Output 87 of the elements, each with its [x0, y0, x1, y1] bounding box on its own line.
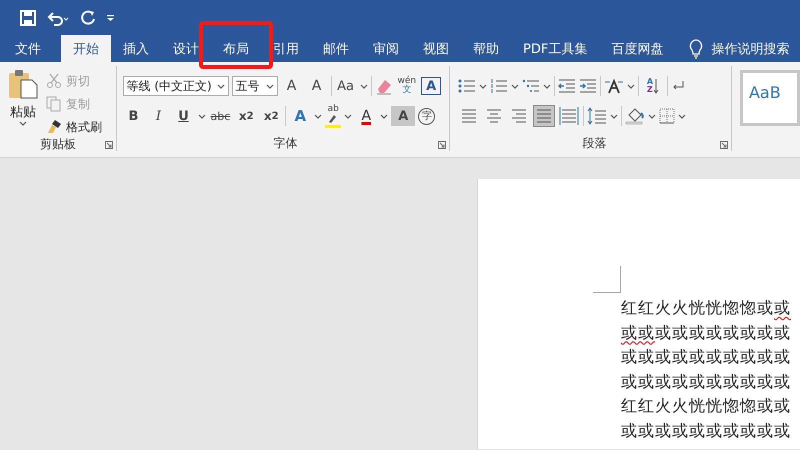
format-button[interactable]: Aa: [334, 76, 356, 96]
caret-icon[interactable]: [198, 114, 206, 118]
eraser-icon[interactable]: [374, 77, 392, 95]
dialog-launcher-icon[interactable]: [720, 141, 728, 149]
clipboard-icon: [8, 69, 38, 99]
ribbon-tab[interactable]: 百度网盘: [599, 35, 676, 62]
paint-bucket-icon[interactable]: [624, 107, 645, 125]
marker-icon: [328, 114, 336, 122]
document-text-line: 红红火火恍恍惚惚或或: [621, 395, 792, 418]
font-name-dropdown[interactable]: 等线 (中文正文): [122, 76, 228, 96]
ribbon-tab[interactable]: 视图: [411, 35, 461, 62]
document-text-line: 或或或或或或或或或或: [621, 370, 792, 393]
borders-icon[interactable]: [658, 108, 675, 124]
ribbon-tab[interactable]: 邮件: [311, 35, 361, 62]
document-text-line: 或或或或或或或或或或: [621, 322, 792, 344]
font-size-dropdown[interactable]: 五号: [232, 76, 278, 96]
document-text-line: 红红火火恍恍惚惚或或: [621, 297, 792, 319]
format-button[interactable]: A: [306, 76, 328, 96]
document-text-line: 或或或或或或或或或或: [621, 346, 792, 368]
align-button[interactable]: [532, 105, 555, 127]
undo-icon[interactable]: [46, 10, 70, 26]
save-icon[interactable]: [20, 10, 36, 26]
customize-toolbar-icon[interactable]: [106, 12, 116, 22]
caret-icon[interactable]: [216, 84, 224, 88]
paste-button[interactable]: 粘贴: [10, 103, 36, 121]
caret-icon[interactable]: [19, 121, 27, 126]
caret-icon[interactable]: [648, 114, 656, 118]
caret-icon[interactable]: [542, 84, 551, 88]
ribbon-tab[interactable]: PDF工具集: [511, 35, 600, 62]
format-button[interactable]: abc: [208, 106, 232, 126]
multilevel-list-icon[interactable]: [522, 78, 540, 94]
caret-icon[interactable]: [380, 114, 388, 118]
ribbon-tab[interactable]: 引用: [261, 35, 311, 62]
ribbon-tab[interactable]: 插入: [111, 35, 161, 62]
caret-icon[interactable]: [510, 84, 519, 88]
lightbulb-icon[interactable]: [689, 38, 704, 58]
ribbon-tab[interactable]: 帮助: [461, 35, 511, 62]
ribbon-command: 复制: [66, 96, 90, 112]
tell-me-search[interactable]: 操作说明搜索: [711, 40, 790, 58]
group-label: 段落: [581, 135, 608, 151]
caret-icon[interactable]: [478, 84, 487, 88]
bullet-list-icon[interactable]: [458, 78, 476, 94]
format-button[interactable]: A: [391, 106, 416, 126]
caret-icon[interactable]: [626, 84, 635, 88]
scissors-icon: [46, 73, 62, 89]
caret-icon[interactable]: [266, 84, 274, 88]
increase-indent-icon[interactable]: [578, 78, 597, 94]
caret-icon[interactable]: [314, 114, 322, 118]
ribbon-tab[interactable]: 布局: [211, 35, 261, 62]
caret-icon[interactable]: [360, 84, 368, 88]
numbered-list-icon[interactable]: [490, 78, 508, 94]
format-button[interactable]: 字: [418, 108, 436, 124]
sort-button[interactable]: A Z: [642, 76, 664, 96]
format-button[interactable]: A: [421, 77, 442, 95]
format-button[interactable]: I: [148, 106, 170, 126]
ribbon-tab[interactable]: 开始: [61, 35, 111, 62]
copy-icon: [46, 96, 62, 112]
format-button[interactable]: A: [280, 76, 302, 96]
group-label: 剪贴板: [38, 136, 77, 152]
format-button[interactable]: B: [122, 106, 144, 126]
paintbrush-icon: [46, 119, 62, 135]
format-button[interactable]: U: [172, 106, 194, 126]
ribbon-tab[interactable]: 设计: [161, 35, 211, 62]
distributed-icon: [558, 106, 579, 126]
group-label: 字体: [272, 135, 299, 151]
margin-corner-mark: [593, 266, 621, 293]
ribbon-tab[interactable]: 审阅: [361, 35, 411, 62]
ribbon-tab[interactable]: 文件: [3, 35, 53, 62]
caret-icon[interactable]: [678, 114, 686, 118]
highlight-color-button[interactable]: ab: [325, 104, 342, 128]
ribbon-command[interactable]: 格式刷: [66, 118, 102, 136]
format-button[interactable]: A: [289, 106, 312, 126]
caret-icon[interactable]: [344, 114, 352, 118]
caret-icon[interactable]: [610, 114, 618, 118]
align-button[interactable]: [558, 105, 580, 127]
dialog-launcher-icon[interactable]: [438, 141, 446, 149]
decrease-indent-icon[interactable]: [558, 78, 576, 94]
phonetic-guide-button[interactable]: wén 文: [396, 76, 418, 96]
redo-icon[interactable]: [80, 10, 96, 26]
down-arrow-icon: [653, 78, 660, 94]
ribbon-command: 剪切: [66, 72, 90, 90]
style-preview[interactable]: AaB: [740, 70, 800, 126]
text-direction-icon[interactable]: [604, 78, 624, 94]
dialog-launcher-icon[interactable]: [104, 141, 112, 149]
document-text-line: 或或或或或或或或或或: [621, 420, 792, 442]
format-button[interactable]: A: [355, 106, 378, 126]
line-spacing-icon[interactable]: [586, 107, 607, 125]
